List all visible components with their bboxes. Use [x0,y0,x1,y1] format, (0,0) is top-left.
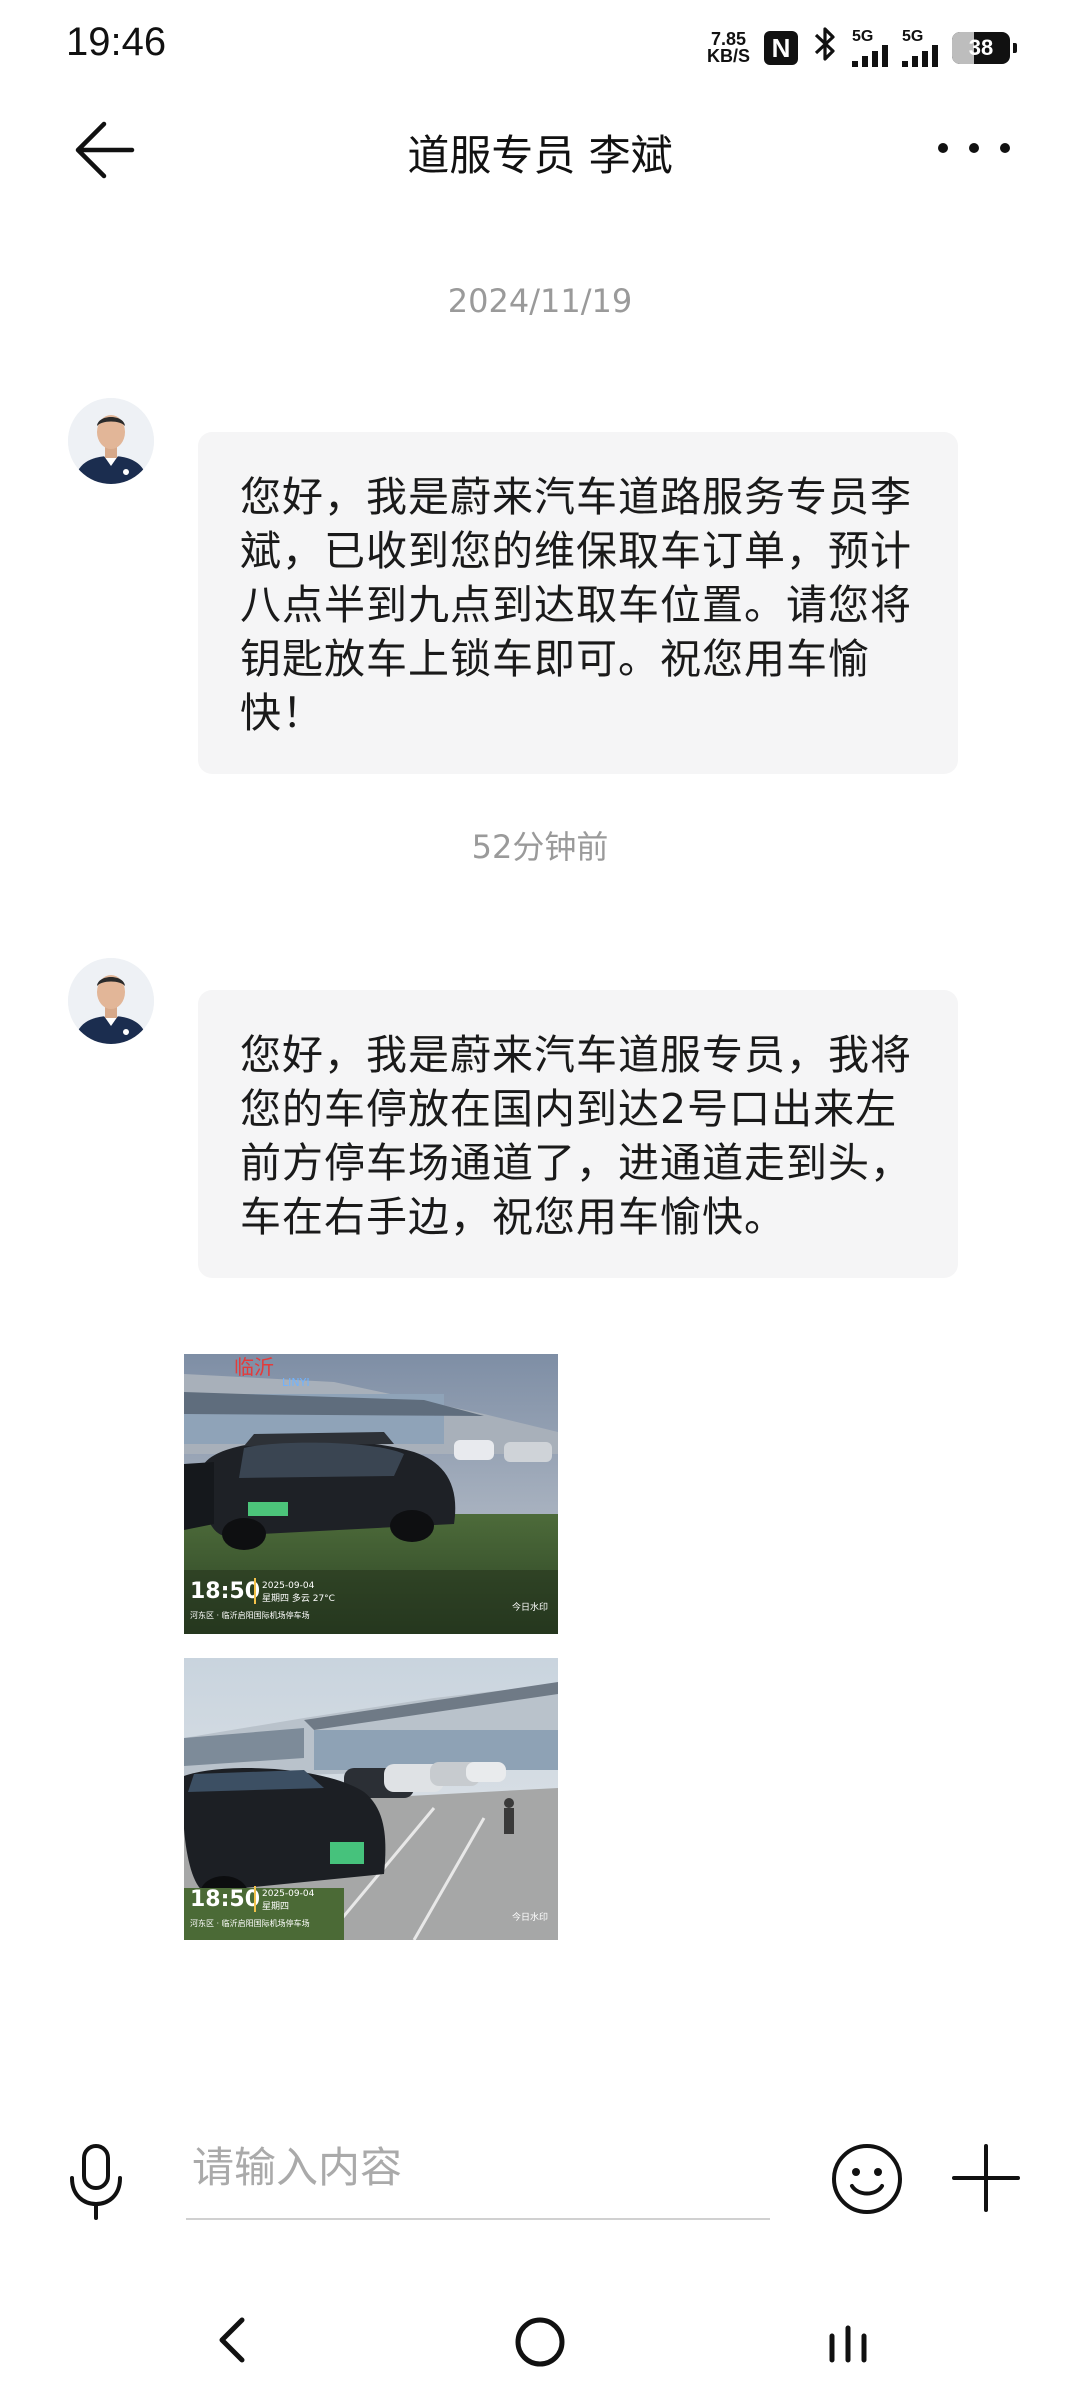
message-input-bar: 请输入内容 [0,2110,1080,2240]
status-icons: 7.85 KB/S N 5G 5G 38 [706,26,1017,70]
parking-photo-image: 18:50 2025-09-04 星期四 河东区 · 临沂启阳国际机场停车场 今… [184,1658,558,1940]
battery-nub [1013,43,1017,53]
photo-time: 18:50 [190,1579,260,1604]
airport-sign-latin: LINYI [282,1376,310,1389]
chevron-left-icon [219,2317,245,2363]
message-timestamp: 52分钟前 [471,828,609,866]
battery-level: 38 [968,35,994,60]
avatar[interactable] [68,958,154,1044]
status-time: 19:46 [66,20,167,64]
chat-header: 道服专员 李斌 [0,90,1080,210]
plus-icon [952,2144,1020,2212]
recent-apps-icon [829,2325,867,2363]
photo-location: 河东区 · 临沂启阳国际机场停车场 [190,1918,310,1928]
photo-message[interactable]: 临沂 LINYI 18:50 2025-09-04 星期四 多云 27°C 河东… [184,1354,558,1634]
person-avatar-icon [68,398,154,484]
microphone-icon [70,2144,122,2220]
network-speed-unit: KB/S [706,46,750,66]
sim1-label: 5G [852,28,874,45]
message-timestamp: 2024/11/19 [447,282,633,320]
message-bubble[interactable]: 您好，我是蔚来汽车道服专员，我将您的车停放在国内到达2号口出来左前方停车场通道了… [198,990,958,1278]
photo-weather: 星期四 [262,1901,289,1912]
signal-sim2: 5G [902,29,938,67]
person-avatar-icon [68,958,154,1044]
battery-icon: 38 [952,32,1017,64]
nav-recent-apps-button[interactable] [820,2314,876,2370]
photo-watermark: 今日水印 [512,1601,548,1613]
photo-location: 河东区 · 临沂启阳国际机场停车场 [190,1610,310,1620]
nfc-icon: N [764,31,798,65]
photo-watermark: 今日水印 [512,1911,548,1923]
nav-back-button[interactable] [210,2310,250,2370]
photo-message[interactable]: 18:50 2025-09-04 星期四 河东区 · 临沂启阳国际机场停车场 今… [184,1658,558,1940]
nav-home-button[interactable] [512,2314,568,2370]
signal-bars-icon [852,45,888,67]
network-speed: 7.85 KB/S [706,30,750,66]
photo-time: 18:50 [190,1887,260,1912]
sim2-label: 5G [902,28,924,45]
message-bubble[interactable]: 您好，我是蔚来汽车道路服务专员李斌，已收到您的维保取车订单，预计八点半到九点到达… [198,432,958,774]
voice-button[interactable] [62,2142,130,2222]
more-dots-icon [938,143,948,153]
home-circle-icon [515,2317,565,2367]
more-options-button[interactable] [938,126,1010,170]
airport-sign-text: 临沂 [234,1355,274,1379]
smiley-icon [832,2144,902,2214]
photo-date: 2025-09-04 [262,1889,315,1899]
photo-date: 2025-09-04 [262,1581,315,1591]
emoji-button[interactable] [830,2142,904,2216]
signal-sim1: 5G [852,29,888,67]
page-title: 道服专员 李斌 [407,131,673,180]
avatar[interactable] [68,398,154,484]
parking-photo-image: 临沂 LINYI 18:50 2025-09-04 星期四 多云 27°C 河东… [184,1354,558,1634]
status-bar: 19:46 7.85 KB/S N 5G 5G 38 [0,0,1080,90]
system-navigation-bar [0,2280,1080,2400]
message-input[interactable]: 请输入内容 [186,2138,770,2220]
add-attachment-button[interactable] [950,2142,1022,2214]
bluetooth-icon [812,26,838,70]
signal-bars-icon [902,45,938,67]
photo-weather: 星期四 多云 27°C [262,1592,335,1604]
